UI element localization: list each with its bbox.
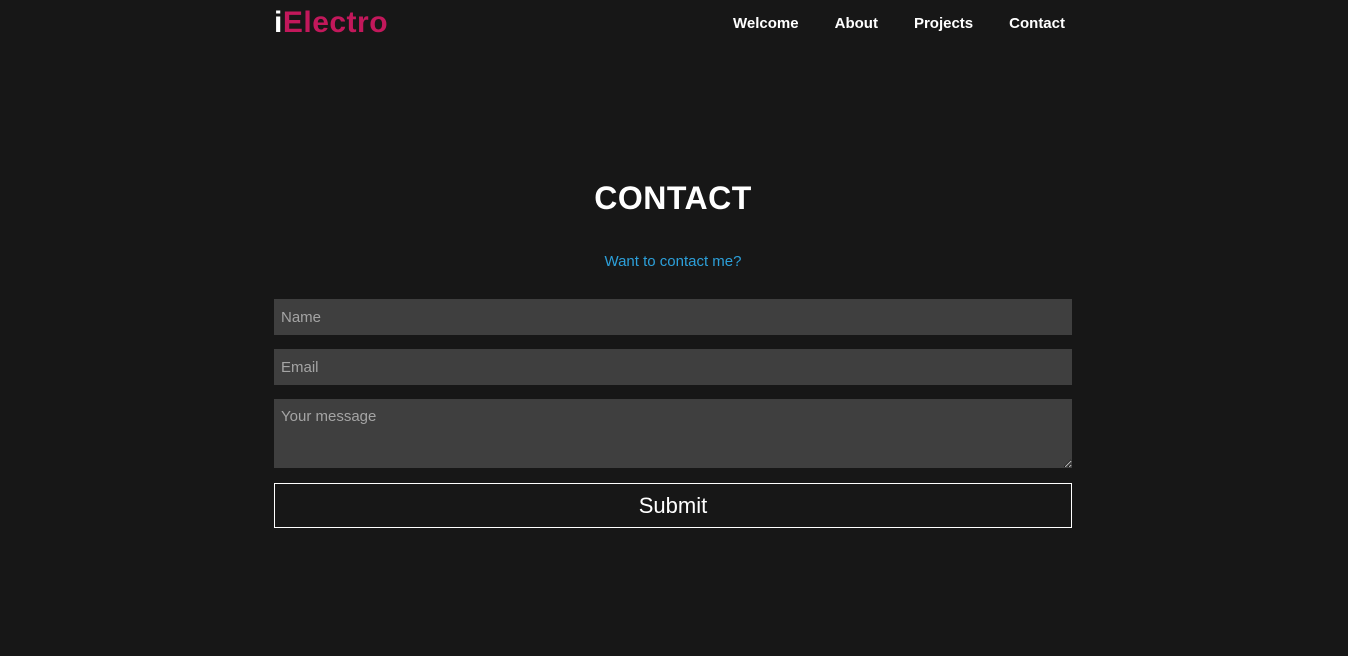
name-field[interactable]	[274, 299, 1072, 335]
nav-item-contact[interactable]: Contact	[1009, 14, 1065, 34]
site-logo[interactable]: iElectro	[274, 5, 388, 41]
nav-item-projects[interactable]: Projects	[914, 14, 973, 34]
logo-prefix: i	[274, 6, 283, 39]
contact-section: CONTACT Want to contact me? Submit	[274, 178, 1072, 528]
nav-item-welcome[interactable]: Welcome	[733, 14, 799, 34]
page-container: iElectro Welcome About Projects Contact …	[274, 0, 1072, 528]
email-field[interactable]	[274, 349, 1072, 385]
main-nav: Welcome About Projects Contact	[733, 14, 1065, 34]
submit-button[interactable]: Submit	[274, 483, 1072, 528]
nav-item-about[interactable]: About	[835, 14, 878, 34]
contact-subtitle: Want to contact me?	[604, 253, 742, 270]
contact-form: Submit	[274, 299, 1072, 528]
message-field[interactable]	[274, 399, 1072, 468]
site-header: iElectro Welcome About Projects Contact	[274, 0, 1072, 48]
logo-name: Electro	[282, 6, 389, 39]
page-title: CONTACT	[594, 180, 752, 216]
